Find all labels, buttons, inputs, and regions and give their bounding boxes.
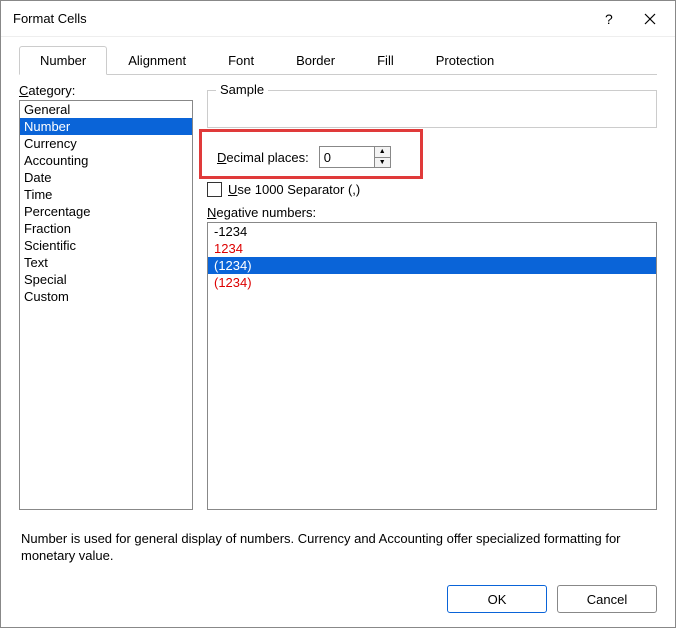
spinner-arrows: ▲ ▼ xyxy=(374,147,390,167)
sample-group: Sample xyxy=(207,90,657,128)
category-list[interactable]: General Number Currency Accounting Date … xyxy=(19,100,193,510)
help-icon: ? xyxy=(601,12,615,26)
category-pane: Category: General Number Currency Accoun… xyxy=(19,83,193,510)
category-item-time[interactable]: Time xyxy=(20,186,192,203)
decimal-places-row: Decimal places: ▲ ▼ xyxy=(207,136,657,178)
cancel-button[interactable]: Cancel xyxy=(557,585,657,613)
format-cells-dialog: Format Cells ? Number Alignment Font Bor… xyxy=(0,0,676,628)
tab-alignment[interactable]: Alignment xyxy=(107,46,207,75)
decimal-places-input[interactable] xyxy=(320,147,374,167)
negative-numbers-label: Negative numbers: xyxy=(207,205,657,220)
tab-strip: Number Alignment Font Border Fill Protec… xyxy=(1,37,675,74)
thousand-separator-label: Use 1000 Separator (,) xyxy=(228,182,360,197)
close-button[interactable] xyxy=(629,4,671,34)
category-item-accounting[interactable]: Accounting xyxy=(20,152,192,169)
tab-number[interactable]: Number xyxy=(19,46,107,75)
svg-text:?: ? xyxy=(605,12,613,26)
category-item-currency[interactable]: Currency xyxy=(20,135,192,152)
category-item-general[interactable]: General xyxy=(20,101,192,118)
sample-label: Sample xyxy=(216,82,268,97)
help-button[interactable]: ? xyxy=(587,4,629,34)
thousand-separator-checkbox[interactable] xyxy=(207,182,222,197)
negative-numbers-list[interactable]: -1234 1234 (1234) (1234) xyxy=(207,222,657,510)
category-item-text[interactable]: Text xyxy=(20,254,192,271)
window-title: Format Cells xyxy=(13,11,87,26)
category-item-special[interactable]: Special xyxy=(20,271,192,288)
ok-button[interactable]: OK xyxy=(447,585,547,613)
tab-protection[interactable]: Protection xyxy=(415,46,516,75)
category-label: Category: xyxy=(19,83,193,98)
tab-border[interactable]: Border xyxy=(275,46,356,75)
titlebar: Format Cells ? xyxy=(1,1,675,37)
tab-content: Category: General Number Currency Accoun… xyxy=(1,75,675,571)
dialog-footer: OK Cancel xyxy=(1,571,675,627)
upper-panel: Category: General Number Currency Accoun… xyxy=(19,83,657,510)
tab-font[interactable]: Font xyxy=(207,46,275,75)
thousand-separator-row: Use 1000 Separator (,) xyxy=(207,178,657,205)
category-item-custom[interactable]: Custom xyxy=(20,288,192,305)
spinner-down[interactable]: ▼ xyxy=(375,158,390,168)
spinner-up[interactable]: ▲ xyxy=(375,147,390,158)
negative-item-paren[interactable]: (1234) xyxy=(208,257,656,274)
category-item-date[interactable]: Date xyxy=(20,169,192,186)
decimal-places-label: Decimal places: xyxy=(217,150,309,165)
negative-item-paren-red[interactable]: (1234) xyxy=(208,274,656,291)
settings-pane: Sample Decimal places: ▲ ▼ Use xyxy=(207,83,657,510)
category-item-number[interactable]: Number xyxy=(20,118,192,135)
category-item-fraction[interactable]: Fraction xyxy=(20,220,192,237)
category-item-percentage[interactable]: Percentage xyxy=(20,203,192,220)
category-description: Number is used for general display of nu… xyxy=(19,524,657,571)
titlebar-controls: ? xyxy=(587,4,671,34)
decimal-places-spinner[interactable]: ▲ ▼ xyxy=(319,146,391,168)
negative-item-red[interactable]: 1234 xyxy=(208,240,656,257)
close-icon xyxy=(644,13,656,25)
negative-item-minus[interactable]: -1234 xyxy=(208,223,656,240)
tab-fill[interactable]: Fill xyxy=(356,46,415,75)
category-item-scientific[interactable]: Scientific xyxy=(20,237,192,254)
